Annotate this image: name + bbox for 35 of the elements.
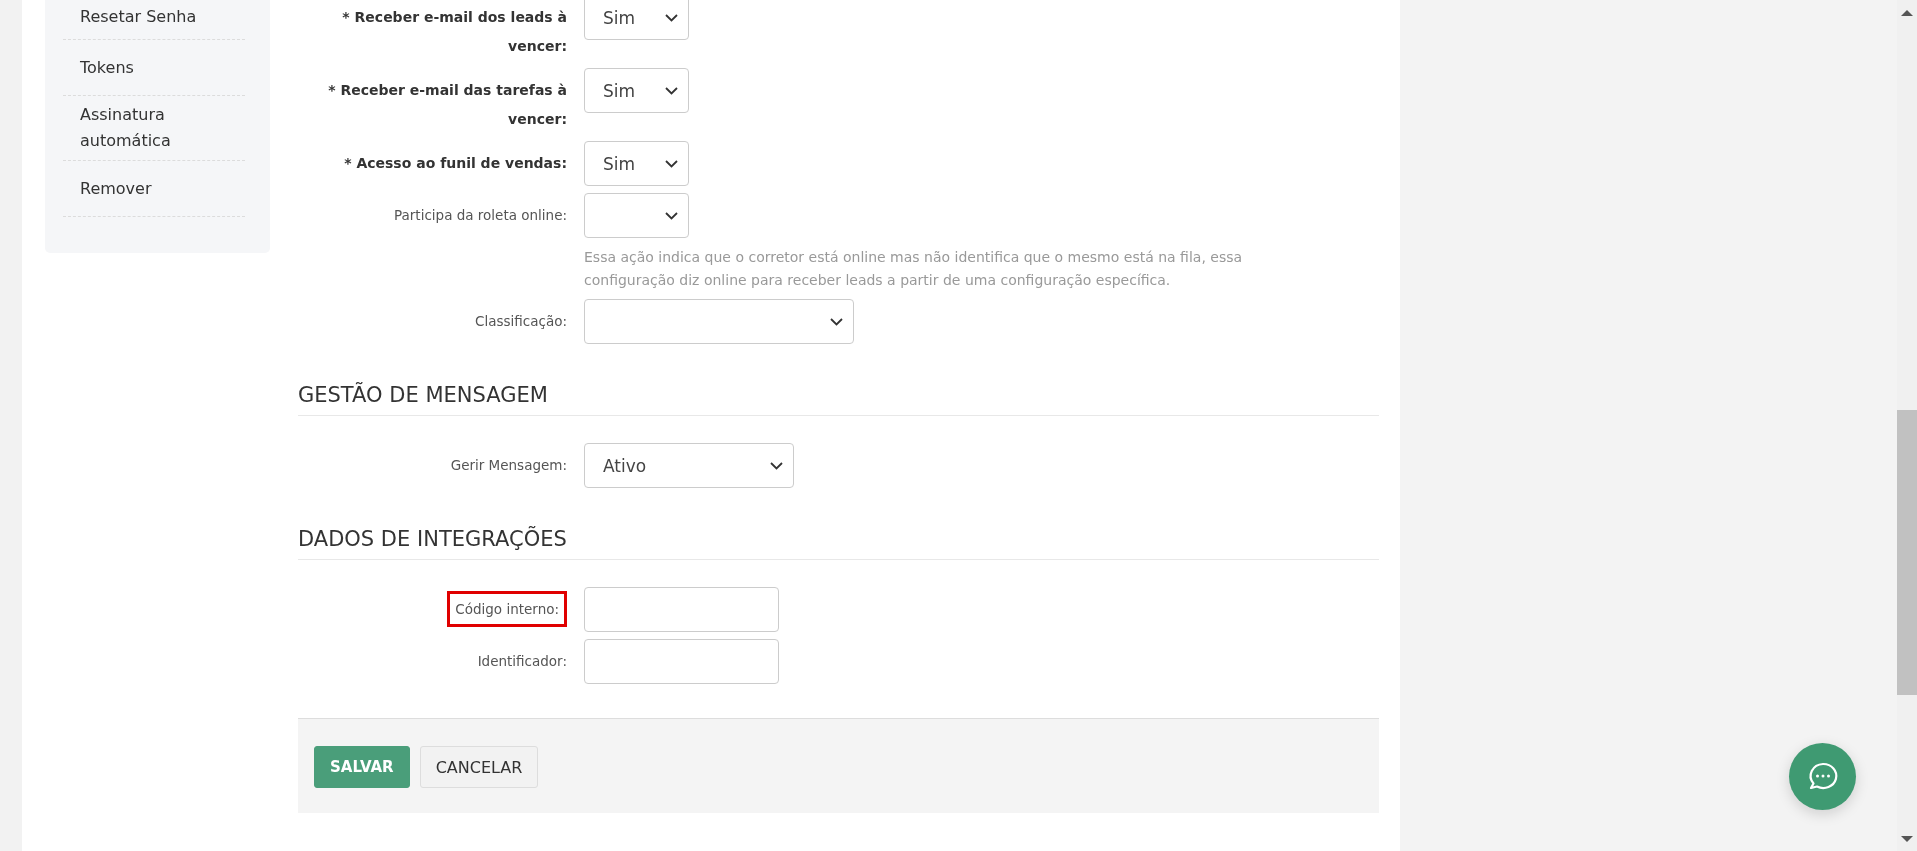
input-field[interactable] xyxy=(584,639,779,684)
select-field[interactable]: Sim xyxy=(584,68,689,113)
select-field[interactable] xyxy=(584,299,854,344)
field-label: Gerir Mensagem: xyxy=(450,456,567,475)
select-field[interactable]: Sim xyxy=(584,0,689,40)
chevron-down-icon xyxy=(665,159,678,168)
select-field[interactable]: Ativo xyxy=(584,443,794,488)
sidebar-item[interactable]: Tokens xyxy=(63,40,245,96)
chevron-down-icon xyxy=(665,211,678,220)
field-label: Participa da roleta online: xyxy=(394,206,567,225)
field-label: Código interno: xyxy=(447,591,567,627)
section-heading: DADOS DE INTEGRAÇÕES xyxy=(298,527,1379,560)
field-label: * Receber e-mail dos leads à vencer: xyxy=(341,8,567,56)
section-heading: GESTÃO DE MENSAGEM xyxy=(298,383,1379,416)
field-label: * Receber e-mail das tarefas à vencer: xyxy=(327,81,567,129)
chevron-down-icon xyxy=(665,13,678,22)
chat-button[interactable] xyxy=(1789,743,1856,810)
sidebar-item[interactable]: Resetar Senha xyxy=(63,0,245,40)
chevron-down-icon xyxy=(830,317,843,326)
chevron-down-icon xyxy=(665,86,678,95)
cancel-button[interactable]: CANCELAR xyxy=(419,746,539,788)
scroll-down-icon[interactable] xyxy=(1901,835,1913,843)
field-label: Classificação: xyxy=(475,312,567,331)
field-label: Identificador: xyxy=(477,652,567,671)
scroll-up-icon[interactable] xyxy=(1901,9,1913,17)
scrollbar-thumb[interactable] xyxy=(1897,410,1917,695)
select-field[interactable]: Sim xyxy=(584,141,689,186)
field-label: * Acesso ao funil de vendas: xyxy=(344,154,567,173)
help-text: Essa ação indica que o corretor está online mas não identifica que o mesmo está na fila, essa configuração diz online para receber leads a partir de uma configuração específica. xyxy=(584,248,1244,290)
sidebar-item[interactable]: Assinatura automática xyxy=(63,96,245,161)
scrollbar[interactable] xyxy=(1897,0,1917,851)
input-field[interactable] xyxy=(584,587,779,632)
select-field[interactable] xyxy=(584,193,689,238)
chevron-down-icon xyxy=(770,461,783,470)
sidebar-item[interactable]: Remover xyxy=(63,161,245,217)
